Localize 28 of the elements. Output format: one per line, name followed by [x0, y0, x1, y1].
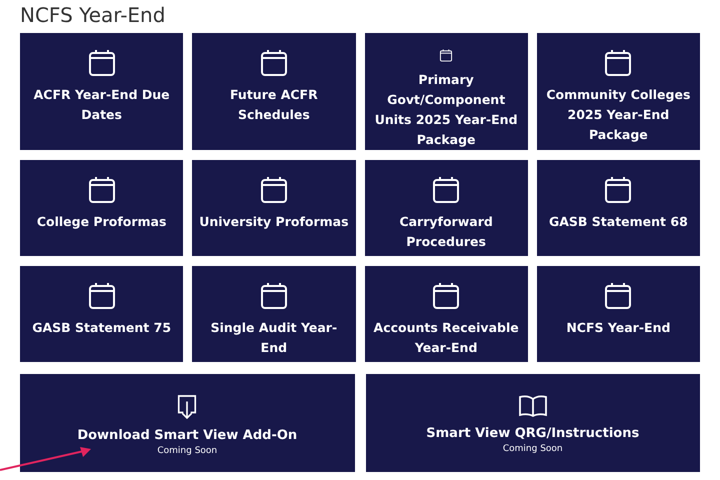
calendar-icon	[604, 282, 632, 310]
calendar-icon	[432, 176, 460, 204]
calendar-icon	[432, 282, 460, 310]
link-tile[interactable]: Community Colleges 2025 Year-End Package	[536, 33, 700, 150]
calendar-icon	[260, 176, 288, 204]
download-icon	[176, 394, 198, 420]
link-tile[interactable]: NCFS Year-End	[536, 266, 700, 362]
link-tile[interactable]: Smart View QRG/Instructions Coming Soon	[366, 374, 700, 472]
calendar-icon	[260, 282, 288, 310]
link-tile[interactable]: GASB Statement 75	[20, 266, 184, 362]
link-tile[interactable]: Download Smart View Add-On Coming Soon	[20, 374, 354, 472]
link-tile[interactable]: Future ACFR Schedules	[192, 33, 356, 150]
calendar-icon	[260, 49, 288, 77]
calendar-icon	[88, 176, 116, 204]
link-tile[interactable]: Primary Govt/Component Units 2025 Year-End Package	[364, 33, 528, 150]
link-tile[interactable]: College Proformas	[20, 160, 184, 256]
link-tile[interactable]: University Proformas	[192, 160, 356, 256]
calendar-icon	[604, 176, 632, 204]
calendar-icon	[88, 282, 116, 310]
link-tile[interactable]: Accounts Receivable Year-End	[364, 266, 528, 362]
link-tile[interactable]: Carryforward Procedures	[364, 160, 528, 256]
book-icon	[518, 394, 548, 418]
link-tile[interactable]: ACFR Year-End Due Dates	[20, 33, 184, 150]
link-tile[interactable]: Single Audit Year-End	[192, 266, 356, 362]
calendar-icon	[604, 49, 632, 77]
calendar-icon	[88, 49, 116, 77]
link-tile[interactable]: GASB Statement 68	[536, 160, 700, 256]
page-title: NCFS Year-End	[20, 2, 166, 28]
